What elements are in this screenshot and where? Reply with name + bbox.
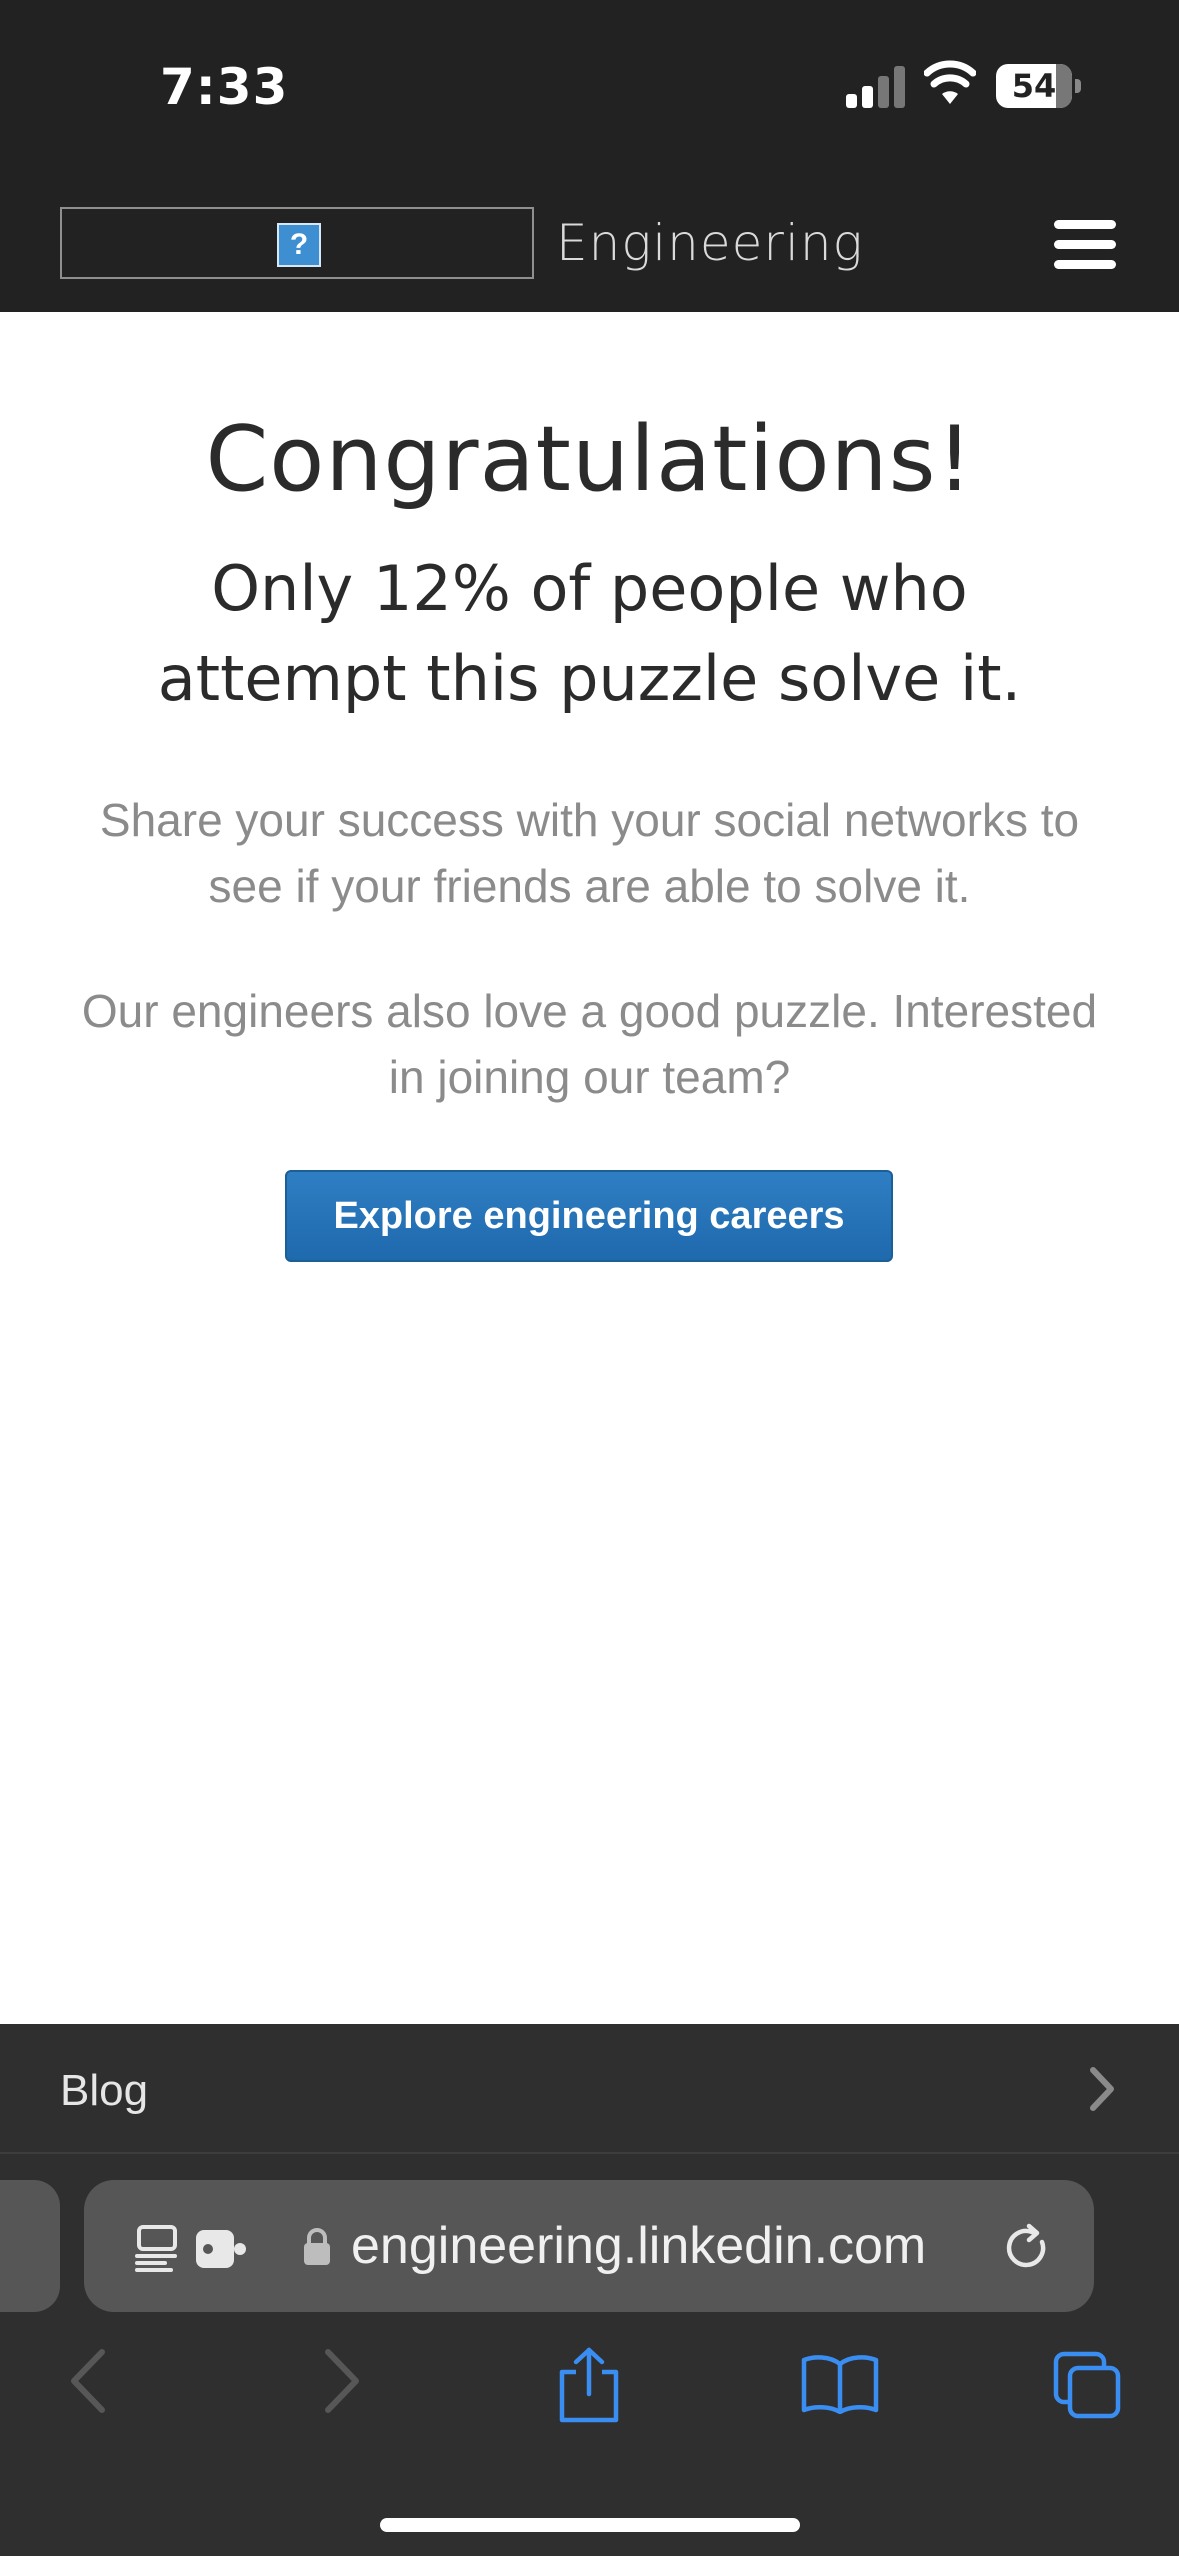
menu-icon[interactable]	[1054, 220, 1116, 270]
site-header: ? Engineering	[0, 180, 1179, 312]
reload-icon[interactable]	[1002, 2222, 1054, 2274]
page-title: Congratulations!	[205, 407, 974, 512]
wifi-icon	[924, 60, 976, 104]
share-text: Share your success with your social netw…	[99, 794, 1080, 912]
explore-careers-button[interactable]: Explore engineering careers	[285, 1170, 893, 1262]
battery-level: 54	[1011, 67, 1057, 105]
back-icon[interactable]	[58, 2344, 118, 2418]
site-logo[interactable]: ?	[60, 207, 534, 279]
share-icon[interactable]	[556, 2346, 622, 2424]
extension-icon	[196, 2230, 246, 2268]
broken-image-icon: ?	[277, 223, 321, 267]
url-text: engineering.linkedin.com	[351, 2217, 927, 2275]
battery-icon: 54	[996, 64, 1082, 108]
status-bar: 7:33 54	[0, 0, 1179, 180]
join-text: Our engineers also love a good puzzle. I…	[81, 985, 1098, 1103]
forward-icon[interactable]	[312, 2344, 372, 2418]
page-format-icon	[135, 2225, 177, 2272]
home-indicator[interactable]	[380, 2518, 800, 2532]
site-name: Engineering	[556, 214, 864, 272]
status-time: 7:33	[160, 58, 289, 116]
address-bar[interactable]: engineering.linkedin.com	[84, 2180, 1094, 2312]
previous-tab-preview[interactable]	[0, 2180, 60, 2312]
lock-icon	[304, 2228, 330, 2265]
chevron-right-icon	[1090, 2067, 1114, 2111]
bookmarks-icon[interactable]	[800, 2352, 880, 2414]
page-subtitle: Only 12% of people who attempt this puzz…	[157, 552, 1022, 715]
tabs-icon[interactable]	[1052, 2350, 1122, 2420]
blog-label: Blog	[60, 2066, 149, 2115]
blog-link-bar[interactable]: Blog	[0, 2024, 1179, 2154]
cellular-signal-icon	[846, 64, 906, 108]
